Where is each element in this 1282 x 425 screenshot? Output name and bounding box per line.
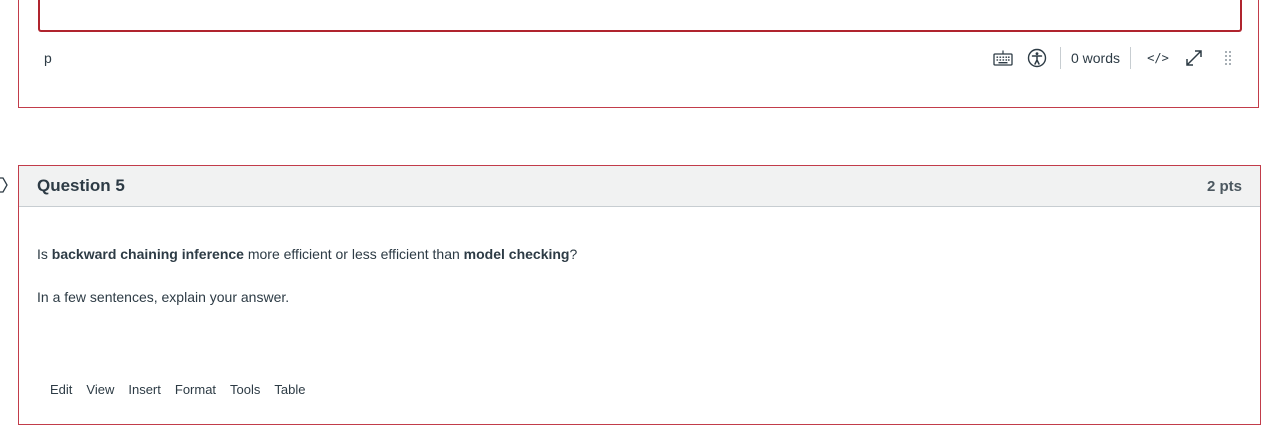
menu-edit[interactable]: Edit (43, 382, 79, 397)
element-path[interactable]: p (44, 50, 52, 66)
question-prompt: Is backward chaining inference more effi… (37, 246, 577, 262)
editor-menubar: Edit View Insert Format Tools Table (43, 382, 312, 397)
question-points: 2 pts (1206, 177, 1242, 195)
question-instruction: In a few sentences, explain your answer. (37, 289, 290, 305)
code-icon[interactable]: </> (1141, 46, 1175, 70)
prompt-text: ? (569, 246, 578, 262)
word-count: 0 words (1070, 50, 1120, 66)
keyboard-icon[interactable] (990, 46, 1016, 70)
fullscreen-icon[interactable] (1181, 46, 1207, 70)
status-divider (1130, 47, 1131, 69)
prompt-text: more efficient or less efficient than (243, 246, 464, 262)
status-divider (1059, 47, 1061, 69)
question-card: Question 5 2 pts Is backward chaining in… (18, 165, 1261, 425)
flag-question-icon[interactable] (0, 177, 8, 193)
previous-question-card: p 0 words </> (18, 0, 1259, 108)
editor-status-bar: p 0 words </> (39, 44, 1241, 72)
prompt-bold-term: model checking (463, 246, 570, 262)
question-title: Question 5 (37, 176, 125, 195)
menu-tools[interactable]: Tools (223, 382, 267, 397)
prompt-bold-term: backward chaining inference (51, 246, 244, 262)
question-header: Question 5 2 pts (19, 166, 1260, 207)
accessibility-icon[interactable] (1024, 46, 1050, 70)
prompt-text: Is (37, 246, 52, 262)
menu-format[interactable]: Format (168, 382, 223, 397)
menu-insert[interactable]: Insert (121, 382, 168, 397)
menu-table[interactable]: Table (267, 382, 312, 397)
resize-handle-icon[interactable] (1215, 46, 1241, 70)
rich-text-editor-area[interactable] (38, 0, 1242, 32)
menu-view[interactable]: View (79, 382, 121, 397)
